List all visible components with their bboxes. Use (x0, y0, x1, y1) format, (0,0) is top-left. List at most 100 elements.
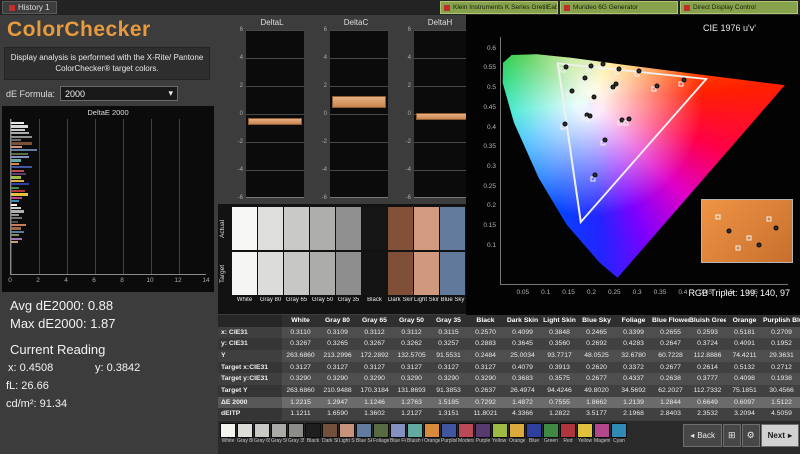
toolbar-swatch-label: Purple (475, 438, 491, 444)
toolbar-swatch[interactable]: Yellow (577, 423, 593, 444)
delta-y-tick: -6 (396, 195, 411, 201)
table-cell: 0.4099 (504, 327, 541, 339)
toolbar-swatch[interactable]: Foliage (373, 423, 389, 444)
toolbar-swatch-label: Red (560, 438, 576, 444)
toolbar-swatch[interactable]: Blue (526, 423, 542, 444)
table-cell: 0.3267 (282, 338, 319, 350)
grid-icon: ⊞ (728, 430, 736, 441)
deltae-bar (11, 221, 18, 223)
patch-column-label: Gray 35 (336, 297, 361, 303)
cie-x-tick: 0.15 (562, 289, 575, 296)
table-header-cell: Blue Flower (652, 315, 689, 327)
table-cell: 1.5185 (430, 397, 467, 409)
table-cell: 0.6649 (689, 397, 726, 409)
measured-marker (583, 75, 588, 80)
table-cell: 0.3290 (393, 373, 430, 385)
toolbar-swatch[interactable]: Light Skin (339, 423, 355, 444)
device-button[interactable]: Murideo 6G Generator (560, 1, 678, 14)
table-cell: 0.3645 (504, 338, 541, 350)
grid-button[interactable]: ⊞ (723, 424, 741, 447)
inset-measured-marker (773, 225, 778, 230)
device-button[interactable]: Direct Display Control (680, 1, 798, 14)
table-cell: 0.4283 (615, 338, 652, 350)
table-cell: 132.5705 (393, 350, 430, 362)
table-header-cell: Gray 50 (393, 315, 430, 327)
actual-row-label: Actual (219, 207, 230, 250)
de-formula-dropdown[interactable]: 2000 ▾ (60, 86, 178, 101)
table-row: Target x:CIE310.31270.31270.31270.31270.… (218, 362, 800, 374)
toolbar-swatch-color (356, 423, 372, 438)
toolbar-swatch[interactable]: Gray 80 (237, 423, 253, 444)
toolbar-swatch-color (322, 423, 338, 438)
deltae-bar (11, 170, 24, 172)
de-formula-row: dE Formula: 2000 ▾ (6, 86, 178, 101)
zoom-inset-box[interactable] (701, 199, 793, 263)
deltae-bar (11, 136, 32, 138)
toolbar-swatch[interactable]: Orange Yellow (509, 423, 525, 444)
toolbar-swatch[interactable]: Blue Flower (390, 423, 406, 444)
toolbar-swatch[interactable]: Orange (424, 423, 440, 444)
deltae-bar (11, 234, 19, 236)
toolbar-swatch[interactable]: Bluish Green (407, 423, 423, 444)
toolbar-swatch-label: Orange Yellow (509, 438, 525, 444)
measurement-table: WhiteGray 80Gray 65Gray 50Gray 35BlackDa… (218, 315, 800, 420)
toolbar-swatch[interactable]: Purplish Blue (441, 423, 457, 444)
table-cell: 30.4566 (763, 385, 800, 397)
table-cell: 0.3127 (356, 362, 393, 374)
toolbar-swatch[interactable]: Gray 65 (254, 423, 270, 444)
device-button-label: Direct Display Control (693, 4, 756, 11)
table-header-cell: Gray 35 (430, 315, 467, 327)
device-status-icon (684, 5, 690, 11)
delta-y-tick: 2 (312, 83, 327, 89)
delta-y-tick: 4 (228, 55, 243, 61)
toolbar-swatch[interactable]: Magenta (594, 423, 610, 444)
table-cell: 170.3184 (356, 385, 393, 397)
actual-patch-swatch (284, 207, 309, 250)
table-cell: 0.2655 (652, 327, 689, 339)
max-de2000: Max dE2000: 1.87 (10, 316, 116, 331)
deltae-bar (11, 224, 26, 226)
cie-x-tick: 0.25 (608, 289, 621, 296)
delta-y-tick: 0 (228, 111, 243, 117)
toolbar-swatch[interactable]: Purple (475, 423, 491, 444)
next-button[interactable]: Next▸ (761, 424, 799, 447)
toolbar-swatch[interactable]: Yellow Green (492, 423, 508, 444)
toolbar-swatch[interactable]: Dark Skin (322, 423, 338, 444)
table-cell: 0.3683 (504, 373, 541, 385)
back-arrow-icon: ◂ (690, 431, 694, 440)
back-button[interactable]: ◂Back (683, 424, 722, 447)
cie-x-tick: 0.4 (678, 289, 687, 296)
toolbar-swatch[interactable]: Black (305, 423, 321, 444)
table-cell: 48.0525 (578, 350, 615, 362)
settings-button[interactable]: ⚙ (742, 424, 760, 447)
table-cell: 0.3290 (282, 373, 319, 385)
device-button[interactable]: Klein Instruments K Series GretilEab#2 (440, 1, 558, 14)
delta-y-tick: -6 (228, 195, 243, 201)
toolbar-swatch[interactable]: Cyan (611, 423, 627, 444)
toolbar-swatch[interactable]: Green (543, 423, 559, 444)
toolbar-swatch[interactable]: Gray 35 (288, 423, 304, 444)
toolbar-swatch[interactable]: Gray 50 (271, 423, 287, 444)
toolbar-swatch-color (254, 423, 270, 438)
cie-y-tick: 0.5 (472, 84, 496, 91)
measured-marker (626, 117, 631, 122)
toolbar-swatch[interactable]: Red (560, 423, 576, 444)
table-cell: 0.2692 (578, 338, 615, 350)
table-cell: 94.4246 (541, 385, 578, 397)
toolbar-swatch[interactable]: Blue Sky (356, 423, 372, 444)
cie-y-tick: 0.15 (472, 222, 496, 229)
measured-marker (654, 83, 659, 88)
table-cell: 210.9488 (319, 385, 356, 397)
reading-cdm2: cd/m²: 91.34 (6, 398, 67, 410)
delta-y-tick: 0 (396, 111, 411, 117)
toolbar-swatch[interactable]: Moderate Red (458, 423, 474, 444)
target-patch-swatch (336, 252, 361, 295)
page-title: ColorChecker (7, 18, 151, 42)
measured-marker (681, 78, 686, 83)
cie-y-tick: 0.25 (472, 183, 496, 190)
description-text: Display analysis is performed with the X… (4, 47, 210, 80)
delta-value-bar (332, 96, 386, 108)
table-cell: 0.3109 (319, 327, 356, 339)
history-tab[interactable]: History 1 (2, 1, 57, 14)
toolbar-swatch[interactable]: White (220, 423, 236, 444)
